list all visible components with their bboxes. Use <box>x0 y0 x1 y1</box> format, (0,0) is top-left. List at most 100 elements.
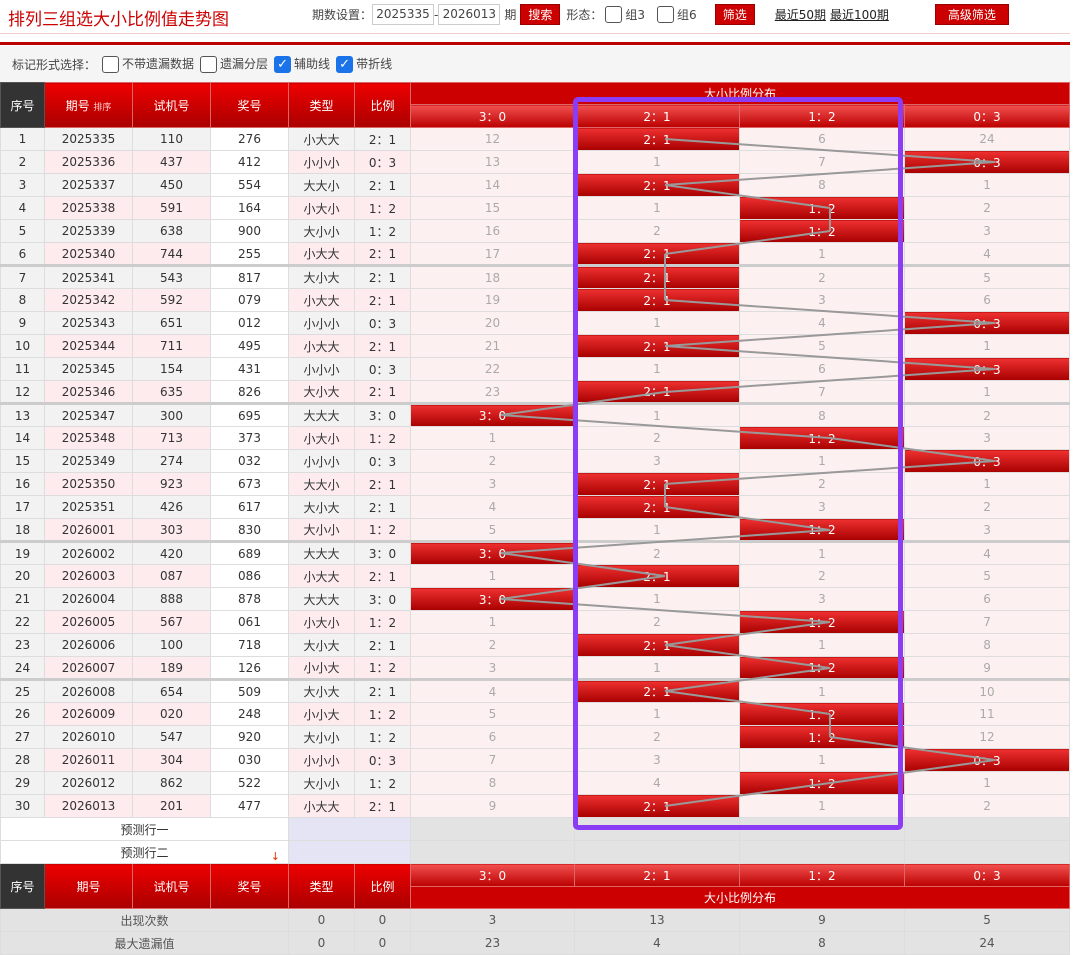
group6-checkbox[interactable] <box>657 6 675 23</box>
predict-cell[interactable] <box>410 840 575 864</box>
dist-omission-cell: 1 <box>574 656 740 680</box>
dist-omission-cell: 1 <box>574 150 740 174</box>
ratio-cell: 2：1 <box>354 678 411 703</box>
dist-hit-cell: 2：1 <box>574 334 740 358</box>
draw-number-cell: 826 <box>210 380 289 404</box>
group6-label: 组6 <box>677 8 697 22</box>
dist-hit-cell: 1：2 <box>739 426 905 450</box>
test-number-cell: 592 <box>132 288 211 312</box>
period-to-input[interactable]: 2026013 <box>438 4 501 25</box>
period-label: 期数设置： <box>312 8 373 22</box>
predict-cell[interactable] <box>574 817 740 841</box>
ratio-cell: 1：2 <box>354 610 411 634</box>
advanced-filter-button[interactable]: 高级筛选 <box>934 4 1009 25</box>
dist-hit-cell: 1：2 <box>739 702 905 726</box>
search-button[interactable]: 搜索 <box>520 4 561 25</box>
option-checkbox[interactable]: ✓ <box>274 56 292 73</box>
table-row: 1 2025335 110 276 小大大 2：1 12 2：1 6 24 <box>0 127 1071 151</box>
group3-checkbox[interactable] <box>605 6 623 23</box>
table-row: 29 2026012 862 522 大小小 1：2 8 4 1：2 1 <box>0 771 1071 795</box>
predict-cell[interactable] <box>574 840 740 864</box>
table-row: 24 2026007 189 126 小小大 1：2 3 1 1：2 9 <box>0 656 1071 680</box>
dist-omission-cell: 1 <box>739 242 905 266</box>
table-row: 23 2026006 100 718 大小大 2：1 2 2：1 1 8 <box>0 633 1071 657</box>
dist-omission-cell: 2 <box>574 219 740 243</box>
table-row: 20 2026003 087 086 小大大 2：1 1 2：1 2 5 <box>0 564 1071 588</box>
recent-100-link[interactable]: 最近100期 <box>830 6 889 23</box>
predict-cell[interactable] <box>903 817 1071 841</box>
issue-cell: 2025351 <box>44 495 133 519</box>
option-checkbox[interactable]: ✓ <box>336 56 354 73</box>
stats-value: 0 <box>288 908 355 932</box>
table-row: 15 2025349 274 032 小小小 0：3 2 3 1 0：3 <box>0 449 1071 473</box>
dist-omission-cell: 12 <box>903 725 1071 749</box>
table-row: 4 2025338 591 164 小大小 1：2 15 1 1：2 2 <box>0 196 1071 220</box>
footer-dist-12: 1：2 <box>739 863 905 887</box>
predict-cell[interactable] <box>739 817 905 841</box>
dist-omission-cell: 13 <box>410 150 575 174</box>
draw-number-cell: 032 <box>210 449 289 473</box>
dist-omission-cell: 7 <box>739 380 905 404</box>
dist-omission-cell: 4 <box>739 311 905 335</box>
predict-cell[interactable] <box>288 817 411 841</box>
test-number-cell: 020 <box>132 702 211 726</box>
stats-label: 出现次数 <box>0 908 289 932</box>
stats-value: 0 <box>288 931 355 955</box>
test-number-cell: 547 <box>132 725 211 749</box>
period-from-input[interactable]: 2025335 <box>372 4 435 25</box>
draw-number-cell: 695 <box>210 402 289 427</box>
dist-omission-cell: 1 <box>410 564 575 588</box>
test-number-cell: 437 <box>132 150 211 174</box>
draw-number-cell: 920 <box>210 725 289 749</box>
predict-cell[interactable] <box>410 817 575 841</box>
option-checkbox[interactable] <box>102 56 120 73</box>
test-number-cell: 303 <box>132 518 211 542</box>
option-label: 带折线 <box>356 57 393 71</box>
ratio-cell: 2：1 <box>354 495 411 519</box>
ratio-cell: 2：1 <box>354 633 411 657</box>
issue-cell: 2026012 <box>44 771 133 795</box>
footer-seq: 序号 <box>0 863 45 909</box>
header-seq: 序号 <box>0 82 45 128</box>
test-number-cell: 274 <box>132 449 211 473</box>
dist-omission-cell: 1 <box>574 587 740 611</box>
draw-number-cell: 255 <box>210 242 289 266</box>
ratio-cell: 0：3 <box>354 449 411 473</box>
dist-omission-cell: 14 <box>410 173 575 197</box>
recent-50-link[interactable]: 最近50期 <box>775 6 826 23</box>
dist-omission-cell: 3 <box>739 495 905 519</box>
seq-cell: 17 <box>0 495 45 519</box>
arrow-down-icon[interactable]: ↓ <box>271 850 280 863</box>
stats-value: 0 <box>354 908 411 932</box>
type-cell: 大小大 <box>288 380 355 404</box>
dist-hit-cell: 2：1 <box>574 472 740 496</box>
footer-issue: 期号 <box>44 863 133 909</box>
option-checkbox[interactable] <box>200 56 218 73</box>
filter-button[interactable]: 筛选 <box>714 4 755 25</box>
header-issue[interactable]: 期号 排序 <box>44 82 133 128</box>
dist-hit-cell: 3：0 <box>410 587 575 611</box>
dist-omission-cell: 2 <box>410 449 575 473</box>
sort-icon[interactable]: 排序 <box>93 103 111 113</box>
dist-omission-cell: 7 <box>739 150 905 174</box>
dist-omission-cell: 1 <box>410 426 575 450</box>
predict-cell[interactable] <box>903 840 1071 864</box>
stats-value: 0 <box>354 931 411 955</box>
predict-cell[interactable] <box>288 840 411 864</box>
dist-omission-cell: 2 <box>574 725 740 749</box>
type-cell: 小大大 <box>288 127 355 151</box>
ratio-cell: 1：2 <box>354 219 411 243</box>
footer-draw: 奖号 <box>210 863 289 909</box>
predict-cell[interactable] <box>739 840 905 864</box>
dist-omission-cell: 8 <box>739 402 905 427</box>
draw-number-cell: 086 <box>210 564 289 588</box>
seq-cell: 8 <box>0 288 45 312</box>
dist-omission-cell: 4 <box>410 495 575 519</box>
dist-omission-cell: 5 <box>903 564 1071 588</box>
dist-omission-cell: 1 <box>574 196 740 220</box>
issue-cell: 2026002 <box>44 540 133 565</box>
type-cell: 小大大 <box>288 334 355 358</box>
footer-dist-21: 2：1 <box>574 863 740 887</box>
table-row: 21 2026004 888 878 大大大 3：0 3：0 1 3 6 <box>0 587 1071 611</box>
dist-omission-cell: 2 <box>903 495 1071 519</box>
